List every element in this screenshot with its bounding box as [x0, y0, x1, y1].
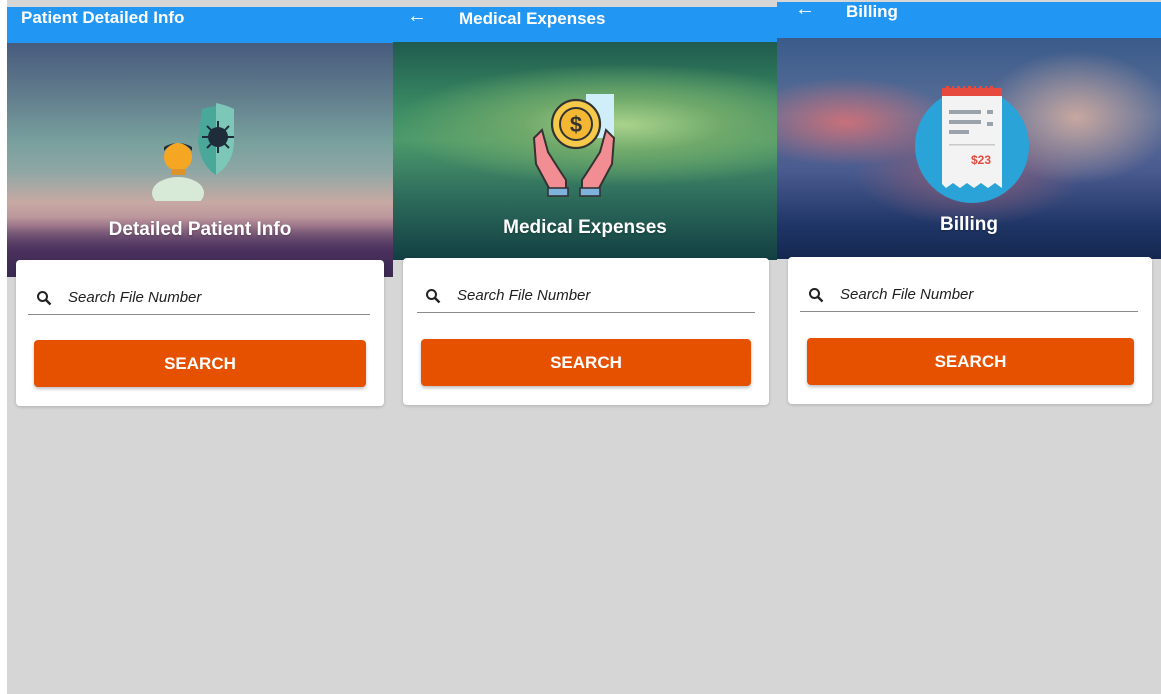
- search-icon: [37, 291, 52, 306]
- search-icon: [426, 289, 441, 304]
- app-bar-title: Patient Detailed Info: [21, 8, 185, 27]
- banner-title: Medical Expenses: [503, 217, 667, 238]
- search-input[interactable]: [457, 287, 717, 304]
- back-arrow-icon[interactable]: ←: [407, 5, 427, 28]
- header-banner: $23 Billing: [777, 38, 1161, 259]
- app-bar-title: Billing: [846, 2, 898, 21]
- banner-title: Billing: [939, 214, 999, 235]
- search-field[interactable]: [417, 280, 755, 313]
- search-input[interactable]: [840, 286, 1100, 303]
- header-banner: $ Medical Expenses: [393, 42, 777, 260]
- app-bar: Patient Detailed Info: [7, 7, 393, 43]
- search-card: SEARCH: [788, 257, 1152, 404]
- hands-coin-dollar-icon: $: [532, 94, 616, 197]
- svg-text:$: $: [570, 112, 582, 137]
- medical-expenses-screen: ← Medical Expenses $ Medical Expenses SE…: [393, 0, 777, 694]
- patient-detailed-info-screen: Patient Detailed Info Detailed Patient I…: [7, 0, 393, 694]
- search-button[interactable]: SEARCH: [421, 339, 751, 386]
- app-bar: ← Billing: [777, 0, 1161, 38]
- search-input[interactable]: [68, 289, 328, 306]
- header-banner: Detailed Patient Info: [7, 43, 393, 277]
- app-bar-title: Medical Expenses: [459, 9, 606, 28]
- search-button[interactable]: SEARCH: [34, 340, 366, 387]
- billing-screen: ← Billing $23 Billing SEARCH: [777, 0, 1161, 694]
- app-bar: ← Medical Expenses: [393, 5, 777, 42]
- receipt-icon: $23: [915, 86, 1029, 203]
- search-card: SEARCH: [403, 258, 769, 405]
- search-field[interactable]: [28, 282, 370, 315]
- search-card: SEARCH: [16, 260, 384, 406]
- banner-title: Detailed Patient Info: [108, 219, 292, 240]
- patient-shield-virus-icon: [152, 103, 234, 201]
- search-icon: [809, 288, 824, 303]
- receipt-amount: $23: [971, 153, 991, 167]
- back-arrow-icon[interactable]: ←: [795, 0, 815, 21]
- search-field[interactable]: [800, 279, 1138, 312]
- search-button[interactable]: SEARCH: [807, 338, 1134, 385]
